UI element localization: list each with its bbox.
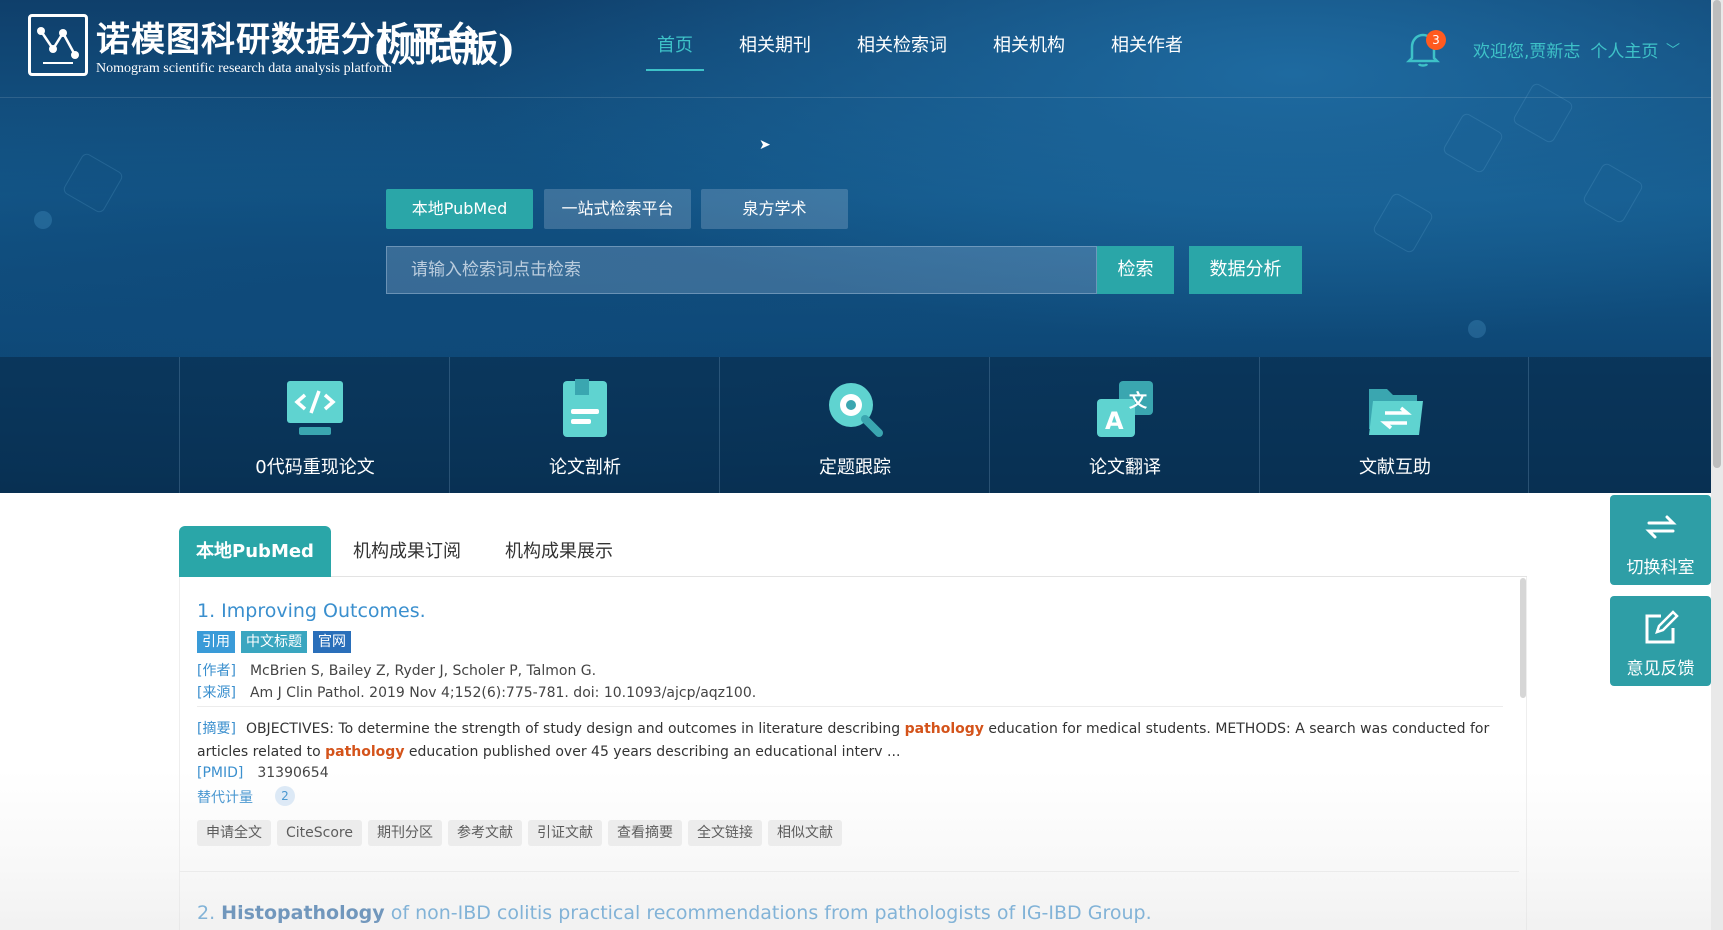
divider bbox=[179, 871, 1519, 872]
switch-department-label: 切换科室 bbox=[1626, 558, 1695, 578]
data-analysis-button[interactable]: 数据分析 bbox=[1189, 246, 1302, 294]
target-search-icon bbox=[825, 379, 885, 439]
search-tab-one-stop[interactable]: 一站式检索平台 bbox=[544, 189, 691, 229]
translate-icon: A 文 bbox=[1095, 379, 1155, 439]
feature-label: 0代码重现论文 bbox=[255, 457, 375, 478]
article-title[interactable]: 2. Histopathology of non-IBD colitis pra… bbox=[197, 902, 1152, 924]
profile-link[interactable]: 个人主页 bbox=[1590, 42, 1658, 62]
title-rest: of non-IBD colitis practical recommendat… bbox=[384, 902, 1152, 924]
mouse-cursor-icon: ➤ bbox=[759, 137, 771, 153]
tab-local-pubmed[interactable]: 本地PubMed bbox=[179, 526, 331, 577]
switch-department-button[interactable]: 切换科室 bbox=[1610, 495, 1711, 585]
search-input[interactable] bbox=[387, 247, 1096, 293]
feature-label: 定题跟踪 bbox=[819, 457, 891, 478]
nav-search-terms[interactable]: 相关检索词 bbox=[840, 0, 964, 98]
feedback-label: 意见反馈 bbox=[1626, 659, 1695, 679]
folder-exchange-icon bbox=[1365, 379, 1425, 439]
beta-badge: (测试版) bbox=[373, 28, 516, 70]
article-pmid: [PMID] 31390654 bbox=[197, 765, 329, 781]
article-abstract: [摘要] OBJECTIVES: To determine the strengt… bbox=[197, 718, 1505, 764]
article-actions: 申请全文 CiteScore 期刊分区 参考文献 引证文献 查看摘要 全文链接 相似文献 bbox=[197, 820, 848, 846]
feature-paper-translate[interactable]: A 文 论文翻译 bbox=[989, 357, 1259, 493]
article-authors: [作者] McBrien S, Bailey Z, Ryder J, Schole… bbox=[197, 660, 596, 680]
list-scrollbar-thumb[interactable] bbox=[1520, 578, 1526, 698]
logo-icon[interactable] bbox=[28, 14, 88, 76]
code-icon bbox=[285, 379, 345, 439]
decor-hexagon bbox=[1441, 111, 1505, 175]
action-citescore[interactable]: CiteScore bbox=[277, 820, 362, 846]
tag-official-site[interactable]: 官网 bbox=[313, 631, 351, 653]
feature-label: 文献互助 bbox=[1359, 457, 1431, 478]
feature-strip: 0代码重现论文 论文剖析 定题跟踪 A 文 论文翻译 文献互助 bbox=[0, 357, 1711, 493]
nav-authors[interactable]: 相关作者 bbox=[1094, 0, 1200, 98]
welcome-text: 欢迎您,贾新志 bbox=[1473, 42, 1581, 62]
abstract-highlight: pathology bbox=[904, 721, 984, 737]
decor-hexagon bbox=[1371, 191, 1435, 255]
action-fulltext-link[interactable]: 全文链接 bbox=[687, 820, 762, 846]
document-icon bbox=[555, 379, 615, 439]
content-tabs: 本地PubMed 机构成果订阅 机构成果展示 bbox=[179, 526, 1527, 577]
tag-chinese-title[interactable]: 中文标题 bbox=[241, 631, 307, 653]
abstract-key: [摘要] bbox=[197, 721, 236, 737]
alt-metric-count: 2 bbox=[275, 786, 295, 806]
abstract-part: education published over 45 years descri… bbox=[404, 744, 901, 760]
pmid-key: [PMID] bbox=[197, 765, 244, 781]
tag-cite[interactable]: 引用 bbox=[197, 631, 235, 653]
page-scrollbar-thumb[interactable] bbox=[1713, 0, 1721, 468]
tab-institution-showcase[interactable]: 机构成果展示 bbox=[483, 526, 635, 577]
action-similar[interactable]: 相似文献 bbox=[767, 820, 842, 846]
alt-metric-label[interactable]: 替代计量 bbox=[197, 787, 253, 807]
authors-key: [作者] bbox=[197, 663, 236, 679]
action-citations[interactable]: 引证文献 bbox=[527, 820, 602, 846]
feature-code-reproduce[interactable]: 0代码重现论文 bbox=[179, 357, 449, 493]
feature-label: 论文翻译 bbox=[1089, 457, 1161, 478]
article-source: [来源] Am J Clin Pathol. 2019 Nov 4;152(6):… bbox=[197, 682, 756, 702]
decor-dot bbox=[1468, 320, 1486, 338]
title-highlight: Histopathology bbox=[221, 902, 385, 924]
feature-label: 论文剖析 bbox=[549, 457, 621, 478]
logo-subtitle: Nomogram scientific research data analys… bbox=[96, 61, 392, 76]
title-prefix: 2. bbox=[197, 902, 222, 924]
action-journal-zone[interactable]: 期刊分区 bbox=[367, 820, 442, 846]
chevron-down-icon[interactable]: ﹀ bbox=[1666, 40, 1680, 60]
abstract-part: OBJECTIVES: To determine the strength of… bbox=[245, 721, 905, 737]
search-tab-local-pubmed[interactable]: 本地PubMed bbox=[386, 189, 533, 229]
decor-hexagon bbox=[1581, 161, 1645, 225]
article-title[interactable]: 1. Improving Outcomes. bbox=[197, 600, 426, 622]
source-value: Am J Clin Pathol. 2019 Nov 4;152(6):775-… bbox=[249, 685, 757, 701]
feedback-button[interactable]: 意见反馈 bbox=[1610, 596, 1711, 686]
feature-paper-analysis[interactable]: 论文剖析 bbox=[449, 357, 719, 493]
search-box bbox=[386, 246, 1097, 294]
main-nav: 首页 相关期刊 相关检索词 相关机构 相关作者 bbox=[640, 0, 1212, 98]
tab-institution-subscribe[interactable]: 机构成果订阅 bbox=[331, 526, 483, 577]
nav-journals[interactable]: 相关期刊 bbox=[722, 0, 828, 98]
edit-icon bbox=[1645, 610, 1679, 644]
action-request-fulltext[interactable]: 申请全文 bbox=[197, 820, 271, 846]
decor-dot bbox=[34, 211, 52, 229]
feature-literature-help[interactable]: 文献互助 bbox=[1259, 357, 1529, 493]
notification-badge: 3 bbox=[1426, 30, 1446, 50]
search-button[interactable]: 检索 bbox=[1097, 246, 1174, 294]
svg-text:文: 文 bbox=[1129, 390, 1148, 412]
top-navbar: 诺模图科研数据分析平台 Nomogram scientific research… bbox=[0, 0, 1723, 98]
source-key: [来源] bbox=[197, 685, 236, 701]
abstract-highlight: pathology bbox=[325, 744, 405, 760]
article-tags: 引用 中文标题 官网 bbox=[197, 631, 357, 653]
action-references[interactable]: 参考文献 bbox=[447, 820, 522, 846]
decor-hexagon bbox=[61, 151, 125, 215]
nav-home[interactable]: 首页 bbox=[640, 0, 710, 98]
pmid-value: 31390654 bbox=[257, 765, 329, 781]
feature-topic-tracking[interactable]: 定题跟踪 bbox=[719, 357, 989, 493]
user-greeting[interactable]: 欢迎您,贾新志 个人主页 bbox=[1473, 37, 1668, 62]
action-view-abstract[interactable]: 查看摘要 bbox=[607, 820, 682, 846]
svg-text:A: A bbox=[1105, 407, 1124, 435]
authors-value: McBrien S, Bailey Z, Ryder J, Scholer P,… bbox=[249, 663, 597, 679]
switch-icon bbox=[1645, 515, 1677, 539]
search-tab-quanfang[interactable]: 泉方学术 bbox=[701, 189, 848, 229]
nav-institutions[interactable]: 相关机构 bbox=[976, 0, 1082, 98]
divider bbox=[197, 706, 1503, 707]
